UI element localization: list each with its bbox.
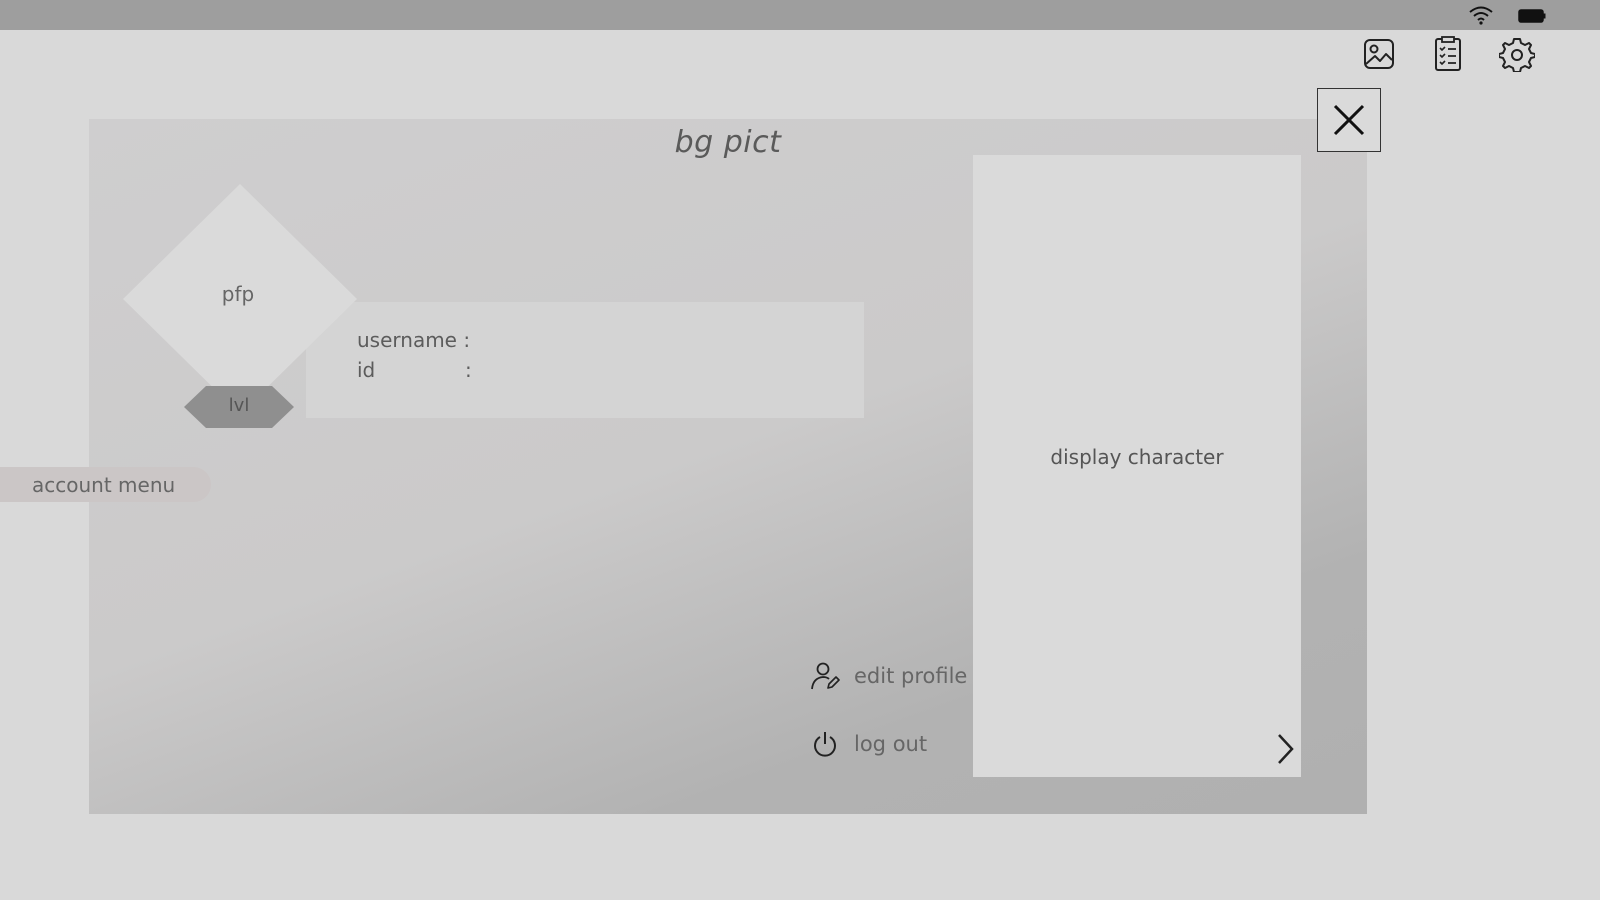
edit-profile-button[interactable]: edit profile — [810, 661, 967, 691]
power-icon — [814, 732, 836, 757]
log-out-label: log out — [854, 732, 928, 756]
profile-picture-label: pfp — [221, 282, 255, 306]
battery-icon — [1518, 8, 1546, 27]
gallery-icon[interactable] — [1361, 36, 1397, 72]
status-bar — [0, 0, 1600, 30]
chevron-right-icon[interactable] — [1273, 731, 1297, 767]
account-menu-tab[interactable]: account menu — [0, 467, 211, 502]
level-label: lvl — [228, 395, 250, 416]
edit-user-icon — [811, 662, 840, 690]
settings-icon[interactable] — [1498, 36, 1536, 73]
edit-profile-label: edit profile — [854, 664, 968, 688]
log-out-button[interactable]: log out — [810, 729, 927, 759]
id-label: id — [357, 358, 376, 382]
character-display: display character — [973, 155, 1301, 777]
close-icon — [1333, 104, 1365, 136]
wifi-icon — [1468, 5, 1494, 29]
username-label: username : — [357, 328, 471, 352]
id-colon: : — [465, 358, 472, 382]
character-display-label: display character — [1050, 445, 1224, 469]
profile-info-box — [306, 302, 864, 418]
checklist-icon[interactable] — [1430, 36, 1466, 72]
close-button[interactable] — [1317, 88, 1381, 152]
